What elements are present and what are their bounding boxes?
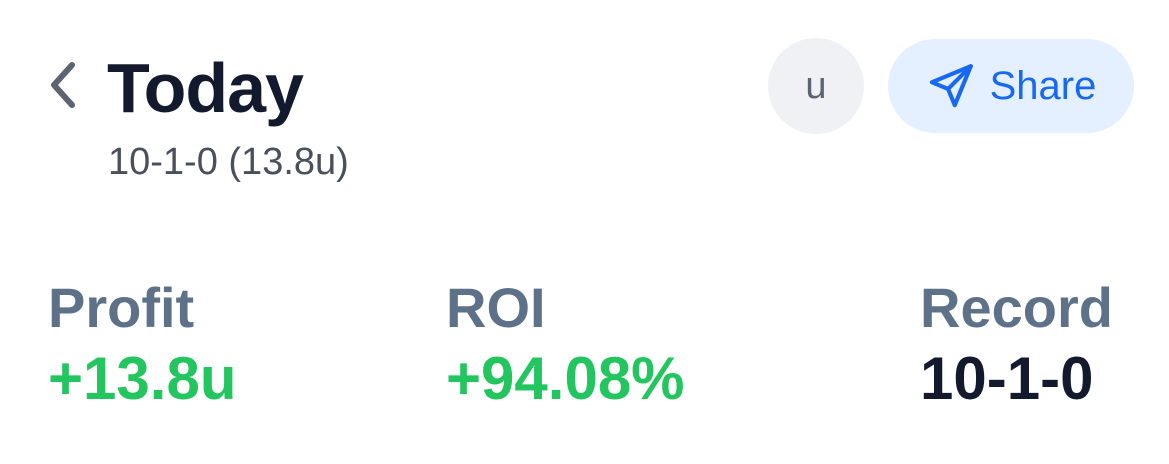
unit-toggle-button[interactable]: u <box>768 38 864 134</box>
stat-profit: Profit +13.8u <box>48 278 236 412</box>
page: Today 10-1-0 (13.8u) u Share Profit +13.… <box>0 0 1169 464</box>
stat-value: +94.08% <box>446 345 685 412</box>
stat-label: ROI <box>446 276 546 339</box>
back-button[interactable] <box>34 52 90 118</box>
page-title: Today <box>107 49 304 127</box>
share-label: Share <box>989 63 1097 108</box>
stat-record: Record 10-1-0 <box>920 278 1113 412</box>
chevron-left-icon <box>51 62 75 108</box>
stat-roi: ROI +94.08% <box>446 278 685 412</box>
unit-label: u <box>805 64 827 107</box>
paper-plane-icon <box>929 64 973 108</box>
stat-label: Record <box>920 276 1113 339</box>
stat-value: +13.8u <box>48 345 237 412</box>
record-summary: 10-1-0 (13.8u) <box>108 141 349 183</box>
share-button[interactable]: Share <box>888 39 1134 133</box>
stat-label: Profit <box>48 276 195 339</box>
stat-value: 10-1-0 <box>920 345 1094 412</box>
